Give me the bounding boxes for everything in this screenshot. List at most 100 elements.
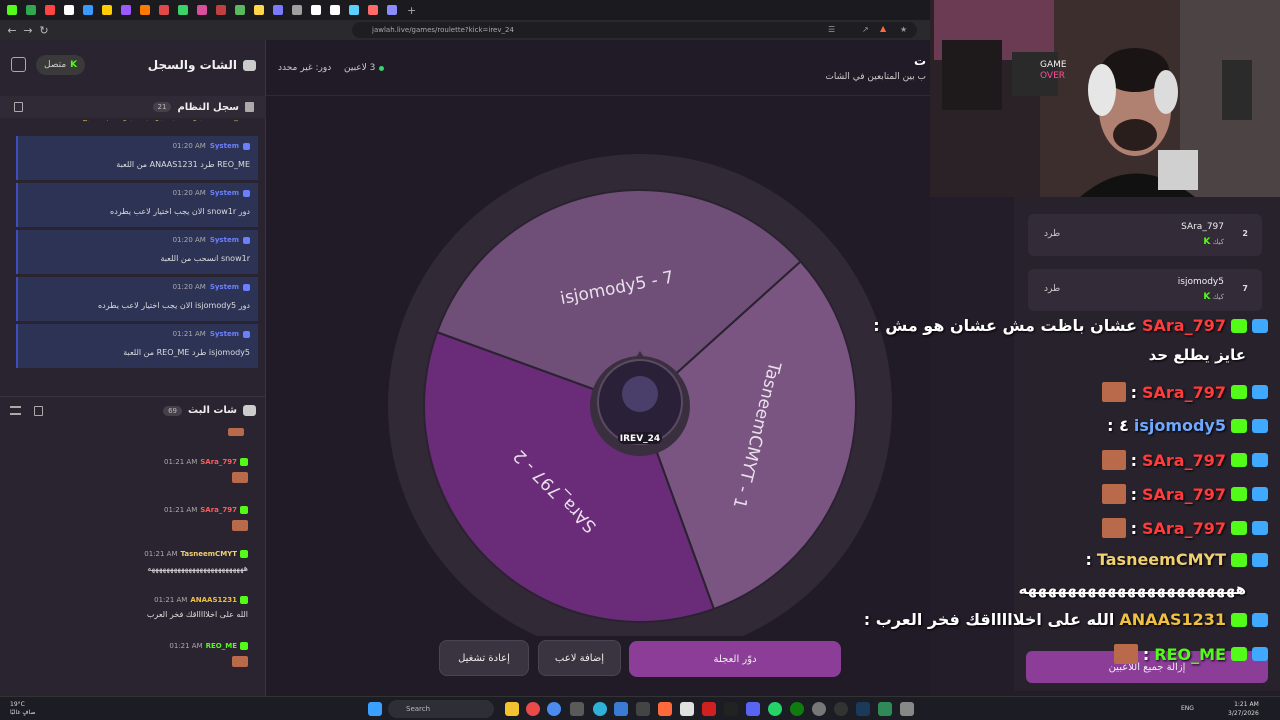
filter-icon[interactable] — [10, 406, 21, 415]
kick-badge-icon — [1231, 521, 1247, 535]
clock-time: 1:21 AM — [1234, 701, 1259, 708]
stream-chat-message: 01:21 AM TasneemCMYT ههههههههههههههههههههه… — [18, 550, 248, 573]
browser-tab-favicon-icon[interactable] — [215, 5, 226, 15]
collapse-panel-icon[interactable] — [11, 57, 26, 72]
browser-tab-favicon-icon[interactable] — [44, 5, 55, 15]
overlay-chat-line: : عشان باظت مش عشان هو مش SAra_797 — [873, 316, 1268, 335]
message-username[interactable]: SAra_797 — [200, 458, 237, 466]
taskbar-clock[interactable]: 1:21 AM 3/27/2026 — [1228, 700, 1259, 718]
spin-wheel-button[interactable]: دوّر العجلة — [629, 641, 841, 677]
platform-label: كيك — [1212, 293, 1224, 301]
brave-shield-icon[interactable]: ▲ — [880, 24, 886, 33]
browser-tab-favicon-icon[interactable] — [6, 5, 17, 15]
browser-tab-favicon-icon[interactable] — [25, 5, 36, 15]
message-text: دور snow1r الان يجب اختيار لاعب يطرده — [110, 207, 250, 216]
browser-tab-favicon-icon[interactable] — [291, 5, 302, 15]
brave-icon[interactable] — [658, 702, 672, 716]
overlay-chat-line: : REO_ME — [1113, 644, 1268, 664]
file-explorer-icon[interactable] — [505, 702, 519, 716]
forward-icon[interactable]: → — [20, 24, 36, 37]
settings-icon[interactable] — [812, 702, 826, 716]
svg-text:GAME: GAME — [1040, 60, 1067, 70]
microphone-icon — [1158, 150, 1198, 190]
overlay-chat-text: : — [1142, 644, 1150, 664]
message-username[interactable]: ANAAS1231 — [190, 596, 237, 604]
system-log-header: 21 سجل النظام — [0, 96, 266, 118]
browser-tab-favicon-icon[interactable] — [139, 5, 150, 15]
kick-player-button[interactable]: طرد — [1044, 229, 1060, 239]
app-icon-2[interactable] — [878, 702, 892, 716]
browser-tab-favicon-icon[interactable] — [82, 5, 93, 15]
message-time: 01:21 AM — [154, 596, 188, 604]
edge-icon[interactable] — [593, 702, 607, 716]
browser-tab-favicon-icon[interactable] — [120, 5, 131, 15]
game-subtitle: ب بين المتابعين في الشات — [825, 72, 926, 82]
reload-icon[interactable]: ↻ — [36, 24, 52, 37]
kick-badge-icon — [1231, 647, 1247, 661]
browser-tab-favicon-icon[interactable] — [367, 5, 378, 15]
message-username[interactable]: TasneemCMYT — [181, 550, 237, 558]
whatsapp-icon[interactable] — [768, 702, 782, 716]
kick-player-button[interactable]: طرد — [1044, 284, 1060, 294]
browser-tab-favicon-icon[interactable] — [348, 5, 359, 15]
browser-icon[interactable] — [526, 702, 540, 716]
restart-button[interactable]: إعادة تشغيل — [439, 640, 529, 676]
input-language[interactable]: ENG — [1181, 705, 1194, 712]
system-log-list[interactable]: REO_ME: اختيار خاطئ - يرجى اختيار لاعب ص… — [16, 120, 258, 392]
message-time: 01:20 AM — [172, 236, 206, 244]
roulette-wheel[interactable]: TasneemCMYT - 1SAra_797 - 2isjomody5 - 7… — [266, 96, 930, 658]
app-icon-3[interactable] — [900, 702, 914, 716]
avatar-figure — [622, 376, 658, 412]
browser-tab-favicon-icon[interactable] — [196, 5, 207, 15]
netflix-icon[interactable] — [702, 702, 716, 716]
obs-icon[interactable] — [834, 702, 848, 716]
translate-icon[interactable]: ☰ — [828, 25, 835, 34]
browser-tab-favicon-icon[interactable] — [253, 5, 264, 15]
message-text: ههههههههههههههههههههههههههه — [147, 564, 248, 573]
kick-badge-icon — [240, 596, 248, 604]
browser-tab-favicon-icon[interactable] — [158, 5, 169, 15]
stream-chat-message: 01:21 AM SAra_797 — [18, 458, 248, 485]
overlay-chat-text: : الله على اخلاااااقك فخر العرب — [863, 610, 1115, 629]
new-tab-icon[interactable]: + — [407, 4, 416, 17]
roulette-game-area: دور: غير محدد 3 لاعبين ت ب بين المتابعين… — [266, 40, 930, 696]
browser-tab-favicon-icon[interactable] — [177, 5, 188, 15]
stream-chat-list[interactable]: 01:21 AM SAra_797 01:21 AM SAra_797 01:21 AM… — [0, 428, 266, 688]
weather-widget[interactable]: 19°C صافٍ غالبًا — [10, 701, 35, 717]
message-username[interactable]: SAra_797 — [200, 506, 237, 514]
clear-chat-trash-icon[interactable] — [34, 406, 43, 416]
taskbar-search[interactable]: Search — [388, 700, 494, 718]
emote-icon — [232, 472, 248, 483]
clear-log-trash-icon[interactable] — [14, 102, 23, 112]
browser-tab-favicon-icon[interactable] — [63, 5, 74, 15]
capcut-icon[interactable] — [724, 702, 738, 716]
windows-taskbar: 19°C صافٍ غالبًا Search ENG 1:21 AM 3/27… — [0, 696, 1280, 720]
browser-tab-favicon-icon[interactable] — [310, 5, 321, 15]
kick-logo-icon: K — [70, 60, 78, 70]
overlay-chat-text: : ٤ — [1107, 416, 1129, 435]
kick-badge-icon — [240, 550, 248, 558]
player-name: SAra_797 — [1181, 222, 1224, 232]
browser-tab-favicon-icon[interactable] — [234, 5, 245, 15]
emote-icon — [1101, 484, 1126, 504]
browser-tab-favicon-icon[interactable] — [272, 5, 283, 15]
browser-tab-favicon-icon[interactable] — [329, 5, 340, 15]
browser-tab-favicon-icon[interactable] — [386, 5, 397, 15]
app-icon[interactable] — [680, 702, 694, 716]
back-icon[interactable]: ← — [4, 24, 20, 37]
game-icon[interactable] — [636, 702, 650, 716]
media-icon[interactable] — [570, 702, 584, 716]
xbox-icon[interactable] — [790, 702, 804, 716]
message-username[interactable]: REO_ME — [206, 642, 237, 650]
svg-text:OVER: OVER — [1040, 71, 1065, 81]
share-icon[interactable]: ↗ — [862, 25, 869, 34]
browser-tab-strip[interactable]: + — [0, 0, 930, 20]
discord-icon[interactable] — [746, 702, 760, 716]
extension-icon[interactable]: ★ — [900, 25, 907, 34]
browser-tab-favicon-icon[interactable] — [101, 5, 112, 15]
add-player-button[interactable]: إضافة لاعب — [538, 640, 621, 676]
windows-start-icon[interactable] — [368, 702, 382, 716]
mail-icon[interactable] — [614, 702, 628, 716]
steam-icon[interactable] — [856, 702, 870, 716]
chrome-icon[interactable] — [547, 702, 561, 716]
